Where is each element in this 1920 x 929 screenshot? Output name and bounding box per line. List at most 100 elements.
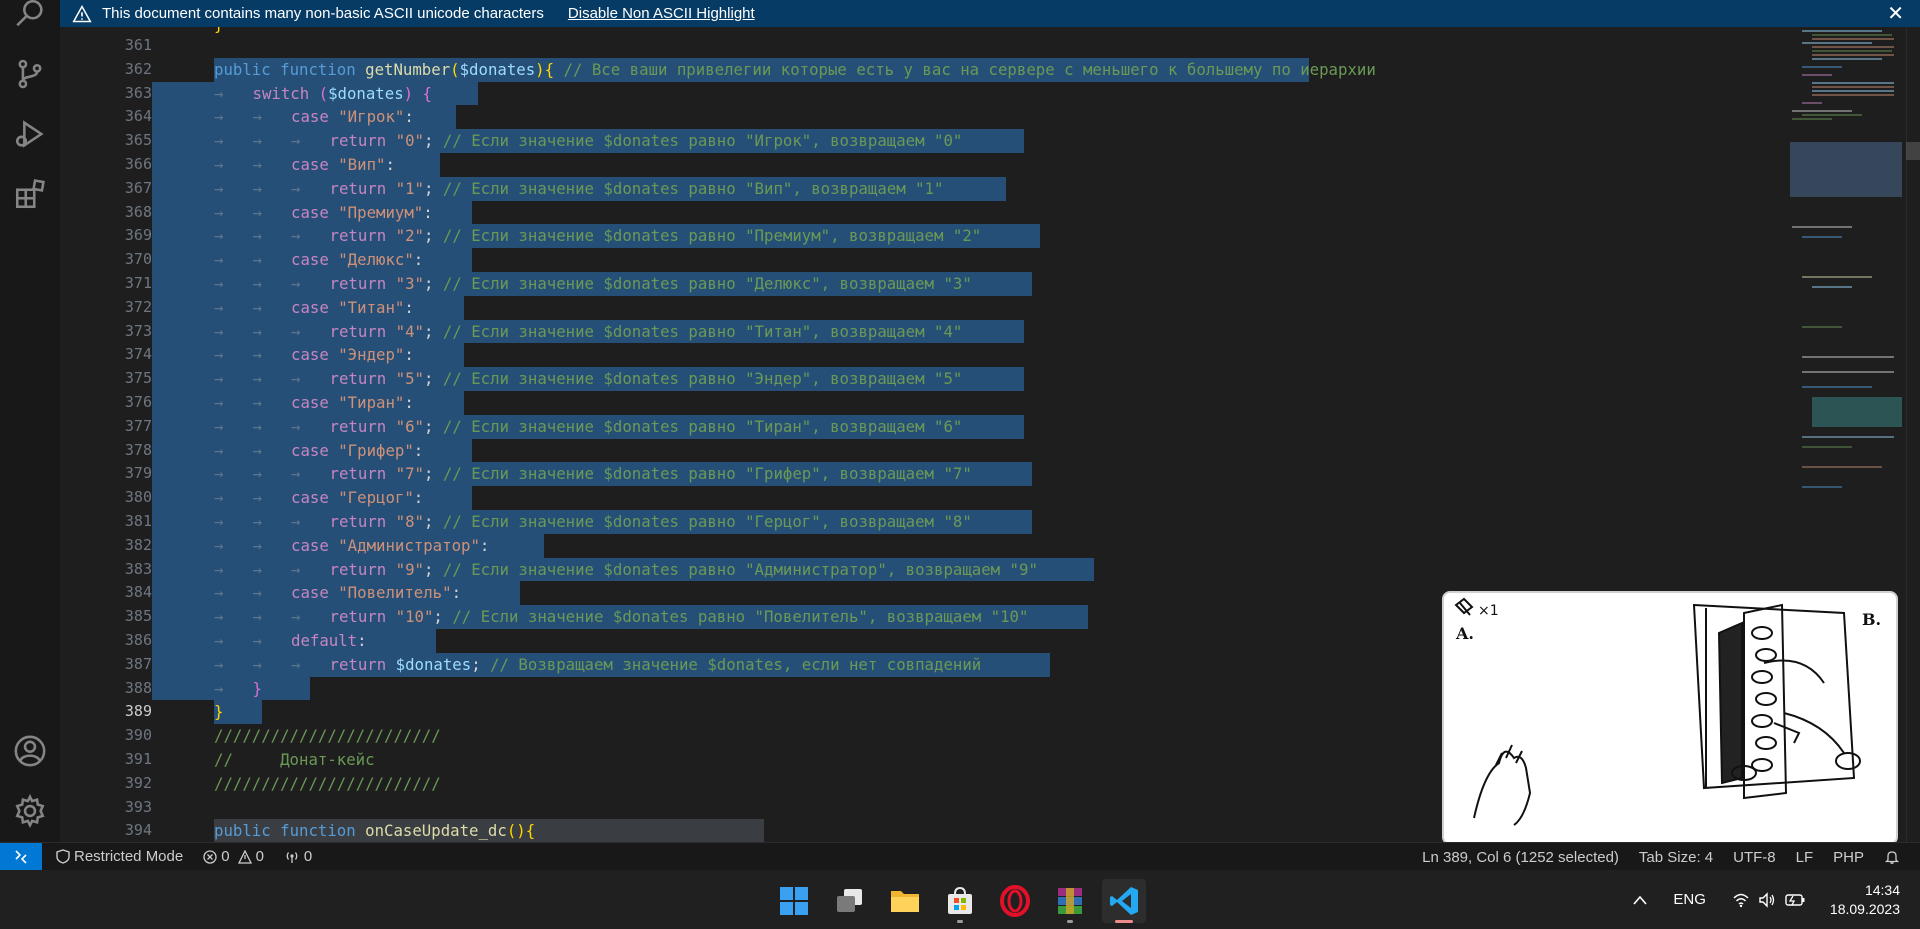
- clock[interactable]: 14:34 18.09.2023: [1830, 881, 1900, 919]
- store-app[interactable]: [938, 879, 982, 923]
- start-button[interactable]: [772, 879, 816, 923]
- code-token: // Если значение $donates равно "Делюкс"…: [442, 274, 972, 293]
- code-line[interactable]: → → → return "6"; // Если значение $donates…: [214, 415, 962, 439]
- code-line[interactable]: ////////////////////////: [214, 724, 441, 748]
- code-line[interactable]: → → default:: [214, 629, 367, 653]
- line-number: 382: [124, 535, 152, 554]
- file-explorer-app[interactable]: [883, 879, 927, 923]
- code-token: // Если значение $donates равно "Админис…: [442, 559, 1038, 579]
- code-token: onCaseUpdate_dc: [365, 821, 507, 841]
- code-line[interactable]: // Донат-кейс: [214, 748, 375, 772]
- restricted-mode-item[interactable]: Restricted Mode: [56, 848, 183, 865]
- code-line[interactable]: → → case "Эндер":: [214, 343, 414, 367]
- ports-item[interactable]: 0: [284, 848, 312, 865]
- code-token: (: [318, 83, 329, 103]
- tab-whitespace-marker: →: [252, 440, 262, 460]
- problems-item[interactable]: 0 0: [203, 848, 264, 865]
- end-of-line[interactable]: LF: [1796, 849, 1814, 866]
- input-language[interactable]: ENG: [1673, 891, 1706, 908]
- tab-size[interactable]: Tab Size: 4: [1639, 849, 1713, 866]
- code-line[interactable]: → → case "Игрок":: [214, 105, 414, 129]
- task-view-button[interactable]: [828, 879, 872, 923]
- code-line[interactable]: }: [214, 700, 223, 724]
- code-line[interactable]: public function onCaseUpdate_dc(){: [214, 819, 535, 842]
- tab-whitespace-marker: →: [214, 654, 224, 674]
- cursor-position[interactable]: Ln 389, Col 6 (1252 selected): [1422, 849, 1619, 866]
- code-token: "Эндер": [338, 345, 405, 365]
- line-number: 389: [124, 702, 152, 721]
- extensions-icon[interactable]: [10, 174, 50, 214]
- volume-icon[interactable]: [1758, 891, 1776, 908]
- code-line[interactable]: →}: [214, 677, 262, 701]
- settings-gear-icon[interactable]: [10, 791, 50, 831]
- code-token: ;: [423, 416, 434, 436]
- code-token: :: [385, 155, 395, 174]
- chevron-up-icon[interactable]: [1631, 894, 1649, 906]
- code-line[interactable]: → → case "Премиум":: [214, 201, 433, 225]
- status-bar: Restricted Mode 0 0 0 Ln 389, Col 6 (125…: [0, 842, 1920, 871]
- code-token: ): [516, 821, 526, 841]
- code-token: function: [280, 59, 356, 79]
- code-token: :: [413, 488, 424, 508]
- code-token: $donates: [328, 83, 404, 103]
- code-line[interactable]: → → → return $donates; // Возвращаем значен…: [214, 653, 981, 677]
- code-line[interactable]: → → → return "3"; // Если значение $donates…: [214, 272, 972, 296]
- tab-whitespace-marker: →: [252, 178, 262, 198]
- sketch-label-a: A.: [1455, 624, 1474, 643]
- code-line[interactable]: → → case "Повелитель":: [214, 581, 461, 605]
- remote-indicator[interactable]: [0, 842, 42, 871]
- code-line[interactable]: → switch ($donates) {: [214, 82, 432, 106]
- wifi-icon[interactable]: [1732, 892, 1750, 908]
- code-line[interactable]: → → → return "7"; // Если значение $donates…: [214, 462, 972, 486]
- code-line[interactable]: → → → return "2"; // Если значение $donates…: [214, 224, 981, 248]
- code-line[interactable]: → → case "Вип":: [214, 153, 395, 177]
- code-line[interactable]: → → case "Герцог":: [214, 486, 424, 510]
- close-icon[interactable]: ✕: [1887, 1, 1904, 26]
- code-token: public: [214, 821, 271, 841]
- code-line[interactable]: → → case "Администратор":: [214, 534, 489, 558]
- code-line[interactable]: → → case "Тиран":: [214, 391, 414, 415]
- code-line[interactable]: ////////////////////////: [214, 772, 441, 796]
- search-icon[interactable]: [10, 0, 50, 34]
- code-line[interactable]: → → → return "1"; // Если значение $donates…: [214, 177, 943, 201]
- code-line[interactable]: → → → return "9"; // Если значение $donates…: [214, 558, 1038, 582]
- warning-count: 0: [255, 848, 264, 865]
- notifications-bell-icon[interactable]: [1884, 849, 1900, 865]
- disable-highlight-link[interactable]: Disable Non ASCII Highlight: [568, 5, 755, 22]
- code-line[interactable]: → → case "Грифер":: [214, 439, 423, 463]
- opera-app[interactable]: [993, 879, 1037, 923]
- code-token: // Если значение $donates равно "Титан",…: [442, 321, 963, 341]
- sketch-counter: ×1: [1478, 603, 1499, 619]
- source-control-icon[interactable]: [10, 54, 50, 94]
- run-debug-icon[interactable]: [10, 114, 50, 154]
- tab-whitespace-marker: →: [252, 202, 262, 222]
- language-mode[interactable]: PHP: [1833, 849, 1864, 866]
- scrollbar-thumb[interactable]: [1906, 142, 1920, 160]
- code-token: default: [291, 631, 358, 650]
- code-line[interactable]: → → → return "5"; // Если значение $donates…: [214, 367, 962, 391]
- line-number: 372: [124, 297, 152, 316]
- task-view-icon: [837, 889, 862, 912]
- tab-whitespace-marker: →: [291, 654, 301, 674]
- battery-icon[interactable]: [1784, 892, 1806, 908]
- code-line[interactable]: public function getNumber($donates){ // …: [214, 58, 1376, 82]
- code-token: case: [291, 297, 329, 317]
- clock-date: 18.09.2023: [1829, 900, 1900, 917]
- line-number: 366: [124, 155, 152, 173]
- vscode-app[interactable]: [1102, 879, 1146, 923]
- code-line[interactable]: → → case "Титан":: [214, 296, 414, 320]
- winrar-app[interactable]: [1048, 879, 1092, 923]
- code-line[interactable]: → → → return "8"; // Если значение $donates…: [214, 510, 972, 534]
- code-line[interactable]: → → case "Делюкс":: [214, 248, 423, 272]
- minimap-viewport[interactable]: [1790, 142, 1902, 197]
- code-line[interactable]: → → → return "0"; // Если значение $donates…: [214, 129, 962, 153]
- account-icon[interactable]: [10, 731, 50, 771]
- encoding[interactable]: UTF-8: [1733, 849, 1776, 866]
- code-line[interactable]: → → → return "4"; // Если значение $donates…: [214, 320, 963, 344]
- code-line[interactable]: → → → return "10"; // Если значение $donate…: [214, 605, 1028, 629]
